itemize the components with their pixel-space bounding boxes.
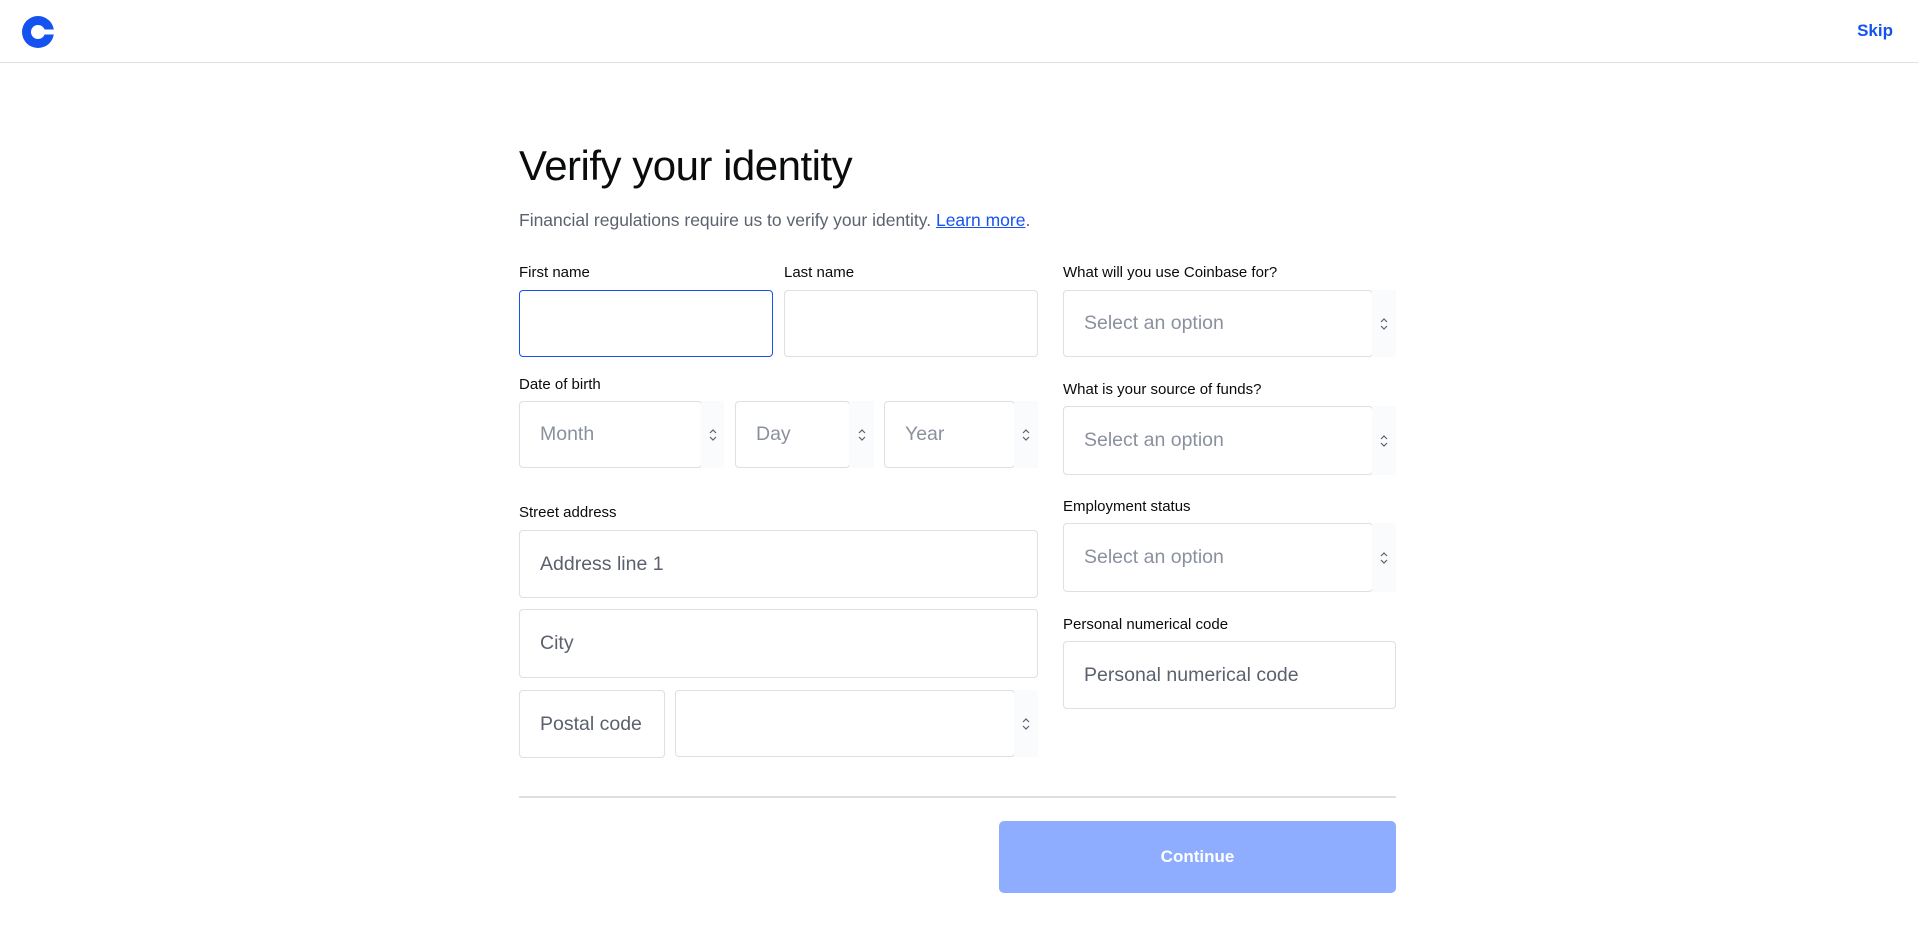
skip-link[interactable]: Skip: [1857, 21, 1893, 41]
coinbase-logo-icon[interactable]: [22, 16, 54, 48]
first-name-input[interactable]: [519, 290, 773, 357]
dob-label: Date of birth: [519, 376, 601, 393]
employment-label: Employment status: [1063, 498, 1191, 515]
chevron-up-down-icon[interactable]: [701, 401, 724, 468]
pnc-label: Personal numerical code: [1063, 616, 1229, 633]
chevron-up-down-icon[interactable]: [1014, 401, 1038, 468]
chevron-up-down-icon[interactable]: [849, 401, 874, 468]
dob-year-select[interactable]: Year: [884, 401, 1015, 468]
country-select[interactable]: [675, 690, 1015, 757]
usage-label: What will you use Coinbase for?: [1063, 264, 1278, 281]
page-title: Verify your identity: [519, 142, 853, 189]
employment-select[interactable]: Select an option: [1063, 523, 1373, 592]
postal-code-input[interactable]: Postal code: [519, 690, 665, 758]
chevron-up-down-icon[interactable]: [1014, 690, 1038, 757]
first-name-label: First name: [519, 264, 590, 281]
city-input[interactable]: City: [519, 609, 1038, 678]
funds-select[interactable]: Select an option: [1063, 406, 1373, 475]
address-line-1-input[interactable]: Address line 1: [519, 530, 1038, 598]
chevron-up-down-icon[interactable]: [1372, 290, 1396, 357]
pnc-input[interactable]: Personal numerical code: [1063, 641, 1396, 709]
page-subtitle: Financial regulations require us to veri…: [519, 210, 1030, 231]
dob-month-select[interactable]: Month: [519, 401, 702, 468]
funds-label: What is your source of funds?: [1063, 381, 1262, 398]
top-bar: Skip: [0, 0, 1918, 63]
dob-day-select[interactable]: Day: [735, 401, 850, 468]
subtitle-text: Financial regulations require us to veri…: [519, 210, 936, 230]
continue-button[interactable]: Continue: [999, 821, 1396, 893]
chevron-up-down-icon[interactable]: [1372, 523, 1396, 592]
last-name-label: Last name: [784, 264, 855, 281]
last-name-input[interactable]: [784, 290, 1038, 357]
subtitle-period: .: [1025, 210, 1031, 230]
divider: [519, 796, 1396, 798]
street-address-label: Street address: [519, 504, 617, 521]
chevron-up-down-icon[interactable]: [1372, 406, 1396, 475]
learn-more-link[interactable]: Learn more: [936, 210, 1026, 230]
usage-select[interactable]: Select an option: [1063, 290, 1373, 357]
